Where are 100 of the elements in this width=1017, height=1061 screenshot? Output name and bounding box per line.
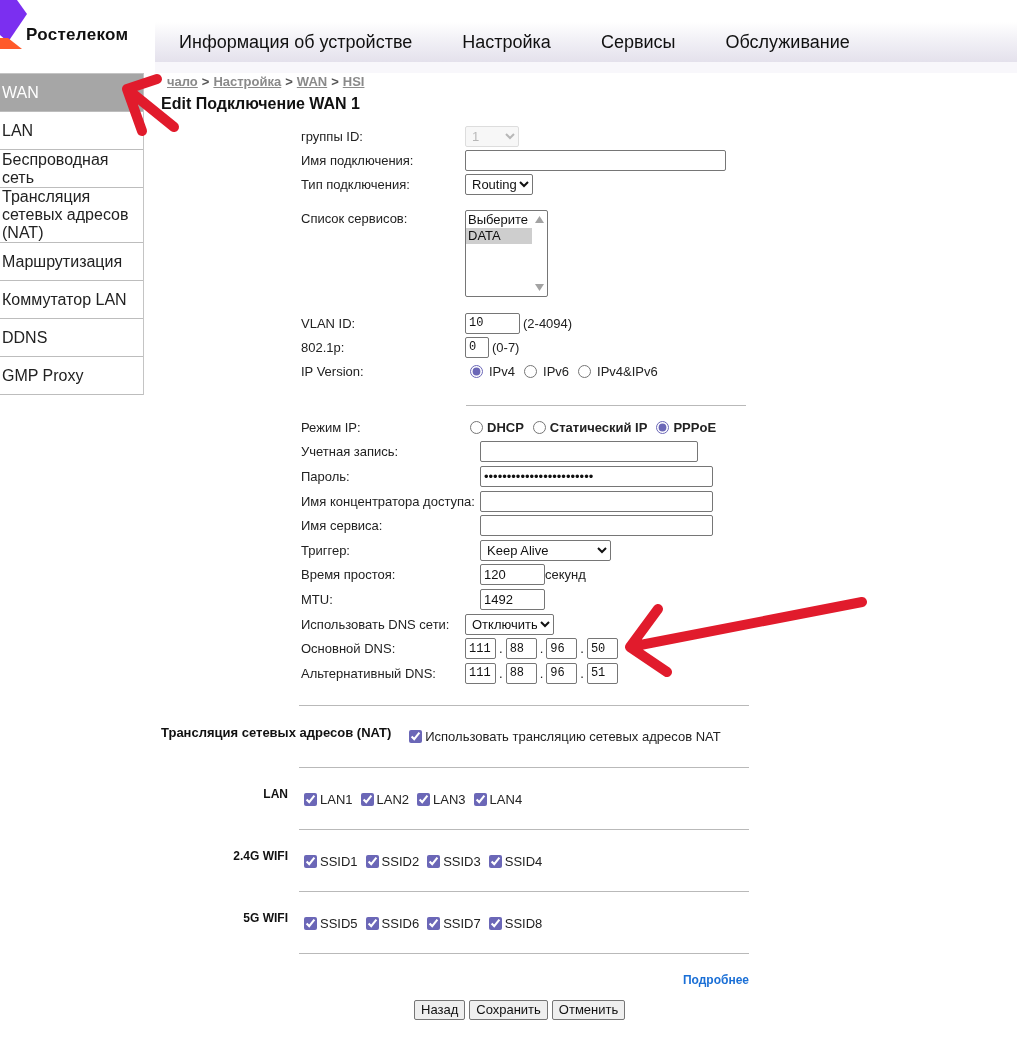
field-label: Имя концентратора доступа: [301,493,476,509]
checkbox-label: SSID5 [320,915,358,931]
checkbox[interactable] [473,792,487,806]
radio-button[interactable] [470,364,483,378]
checkbox[interactable] [365,854,379,868]
nav-tab[interactable]: Информация об устройстве [179,31,413,53]
field-label: Альтернативный DNS: [301,665,437,681]
field-label: Основной DNS: [301,641,397,657]
checkbox-label: SSID6 [381,915,420,931]
dropdown[interactable]: Отключить [465,613,554,635]
radio-button[interactable] [656,420,670,434]
radio-label: IPv4&IPv6 [597,363,658,379]
field-label: Триггер: [301,542,351,558]
input-field[interactable]: •••••••••••••••••••••••• [480,466,713,487]
scroll-down-icon[interactable] [535,284,544,291]
checkbox-label: LAN1 [320,791,353,807]
dropdown[interactable]: Keep Alive [480,539,611,561]
section-label: LAN [262,786,288,802]
field-label: Имя подключения: [301,152,415,168]
sidebar-item[interactable]: Беспроводная сеть [0,150,143,188]
checkbox[interactable] [304,792,317,806]
field-label: Использовать DNS сети: [301,616,451,632]
input-field[interactable]: 10 [465,312,520,334]
checkbox-label: SSID2 [381,853,420,869]
ip-octet-field[interactable]: 96 [546,638,578,660]
field-label: IP Version: [301,363,365,379]
ip-separator: . [580,641,584,657]
input-field[interactable] [480,441,698,463]
nav-tab[interactable]: Настройка [462,31,551,53]
nav-tab[interactable]: Сервисы [600,31,676,53]
input-field[interactable]: 1492 [480,588,545,610]
input-field[interactable] [465,149,726,171]
checkbox[interactable] [304,854,317,868]
ip-octet-field[interactable]: 50 [586,638,618,660]
field-hint: (2-4094) [523,315,573,331]
listbox-option[interactable]: DATA [466,228,532,244]
ip-separator: . [539,665,544,681]
checkbox[interactable] [360,792,374,806]
checkbox[interactable] [427,854,441,868]
field-label: Пароль: [301,469,351,484]
checkbox[interactable] [488,854,502,868]
sidebar-item[interactable]: Трансляция сетевых адресов (NAT) [0,188,143,243]
radio-button[interactable] [470,420,483,434]
checkbox[interactable] [365,916,379,930]
save-button[interactable]: Сохранить [469,999,548,1020]
checkbox[interactable] [417,792,431,806]
ip-separator: . [580,665,584,681]
more-link[interactable]: Подробнее [682,972,749,987]
ip-octet-field[interactable]: 111 [465,638,496,660]
checkbox[interactable] [488,916,502,930]
sidebar-item[interactable]: DDNS [0,319,143,357]
checkbox-label: LAN4 [489,791,523,807]
ip-octet-field[interactable]: 88 [505,662,537,684]
checkbox[interactable] [427,916,441,930]
sidebar-item[interactable]: GMP Proxy [0,357,143,395]
input-field[interactable]: 120 [480,564,545,586]
checkbox-label: SSID7 [443,915,481,931]
field-label: Имя сервиса: [301,518,384,534]
field-label: группы ID: [301,128,364,144]
ip-octet-field[interactable]: 111 [465,662,496,684]
ip-separator: . [499,641,503,657]
field-label: Список сервисов: [301,210,409,226]
back-button[interactable]: Назад [414,999,466,1020]
ip-separator: . [499,665,503,681]
service-listbox[interactable]: Выберите DATA [465,210,548,297]
field-label: MTU: [301,591,334,607]
logo-icon [0,0,27,49]
radio-label: DHCP [487,419,524,435]
nav-tab[interactable]: Обслуживание [725,31,850,53]
input-field[interactable] [480,490,713,512]
scroll-up-icon[interactable] [535,216,544,223]
sidebar-item[interactable]: Маршрутизация [0,243,143,281]
field-hint: (0-7) [492,339,520,355]
cancel-button[interactable]: Отменить [551,999,626,1020]
sidebar-item[interactable]: LAN [0,112,143,150]
field-hint: секунд [545,567,586,583]
ip-octet-field[interactable]: 88 [505,638,537,660]
section-label: 2.4G WIFI [232,848,288,864]
ip-octet-field[interactable]: 96 [546,662,578,684]
listbox-option[interactable]: Выберите [466,212,532,228]
radio-label: IPv4 [489,363,515,379]
input-field[interactable]: 0 [465,336,489,358]
input-field[interactable] [480,515,713,537]
checkbox-label: SSID8 [504,915,543,931]
checkbox-label: LAN2 [376,791,410,807]
field-label: Учетная запись: [301,444,400,460]
section-label: 5G WIFI [242,910,288,926]
radio-button[interactable] [532,420,546,434]
checkbox[interactable] [304,916,317,930]
radio-button[interactable] [578,364,592,378]
checkbox[interactable] [409,729,423,743]
field-label: VLAN ID: [301,315,357,331]
ip-octet-field[interactable]: 51 [586,662,618,684]
dropdown[interactable]: Routing [465,173,533,195]
field-label: Режим IP: [301,419,362,435]
checkbox-label: SSID1 [320,853,358,869]
radio-button[interactable] [524,364,537,378]
checkbox-label: SSID3 [443,853,481,869]
field-label: 802.1p: [301,339,346,355]
sidebar-item[interactable]: Коммутатор LAN [0,281,143,319]
